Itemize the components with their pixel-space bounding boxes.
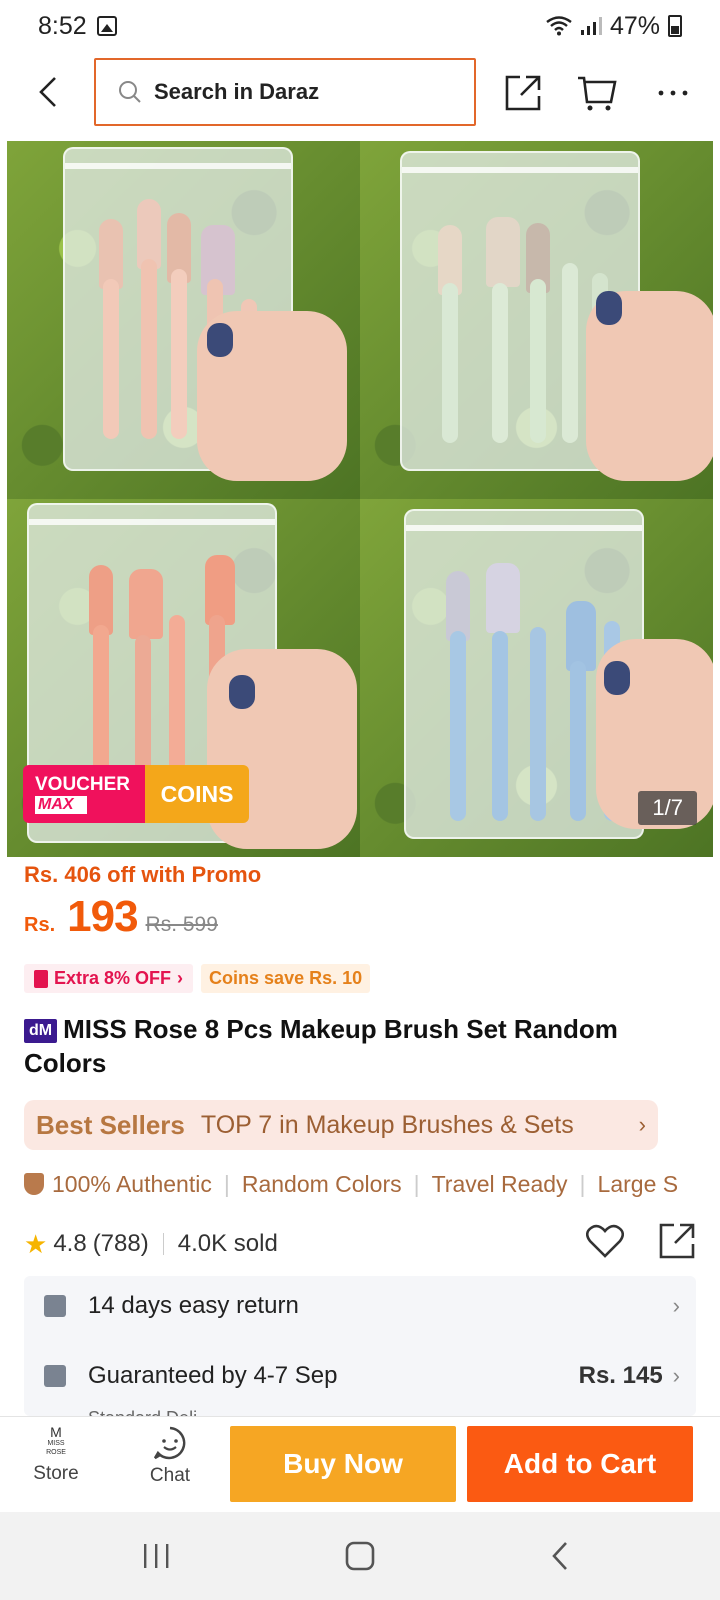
search-input[interactable]: Search in Daraz <box>94 58 476 126</box>
original-price: Rs. 599 <box>145 913 218 936</box>
rating-row: ★ 4.8 (788) 4.0K sold <box>24 1222 696 1266</box>
home-icon <box>345 1541 375 1571</box>
back-arrow-icon <box>552 1542 567 1570</box>
dm-badge: dM <box>24 1019 58 1043</box>
back-button[interactable] <box>28 72 68 112</box>
delivery-fee: Rs. 145 <box>578 1362 663 1389</box>
delivery-row[interactable]: Guaranteed by 4-7 Sep Rs. 145 › <box>44 1362 680 1390</box>
return-policy-text: 14 days easy return <box>88 1292 299 1319</box>
coins-badge: COINS <box>145 765 249 823</box>
delivery-guarantee-text: Guaranteed by 4-7 Sep <box>88 1362 338 1389</box>
wishlist-button[interactable] <box>585 1224 625 1265</box>
cart-icon <box>578 76 617 111</box>
service-info-box: 14 days easy return › Guaranteed by 4-7 … <box>24 1276 696 1428</box>
battery-percent: 47% <box>609 11 660 40</box>
store-label: Store <box>33 1463 79 1484</box>
feature-item: Random Colors <box>241 1170 402 1197</box>
price-currency: Rs. <box>24 914 56 936</box>
review-count[interactable]: (788) <box>93 1230 149 1258</box>
recent-apps-icon <box>144 1544 169 1568</box>
chat-icon <box>153 1426 186 1460</box>
signal-icon <box>580 17 602 35</box>
best-sellers-banner[interactable]: Best Sellers TOP 7 in Makeup Brushes & S… <box>24 1100 658 1150</box>
price-row: Rs. 193 Rs. 599 <box>24 892 218 942</box>
authentic-shield-icon <box>24 1173 44 1195</box>
search-placeholder: Search in Daraz <box>154 79 320 104</box>
feature-item: Travel Ready <box>431 1170 568 1197</box>
voucher-coins-badge: VOUCHER MAX COINS <box>23 765 249 823</box>
promo-tags: Extra 8% OFF › Coins save Rs. 10 <box>24 964 371 993</box>
image-quadrant-pink <box>7 141 360 499</box>
voucher-ticket-icon <box>34 969 48 988</box>
share-icon <box>659 1223 695 1258</box>
chevron-right-icon: › <box>638 1112 646 1137</box>
recent-apps-button[interactable] <box>134 1534 178 1578</box>
best-sellers-rank: TOP 7 in Makeup Brushes & Sets <box>200 1110 574 1139</box>
feature-separator: | <box>413 1170 420 1197</box>
sold-count: 4.0K sold <box>177 1230 278 1257</box>
gallery-notification-icon <box>96 16 117 36</box>
top-nav: Search in Daraz <box>0 58 720 128</box>
system-navigation-bar <box>0 1512 720 1600</box>
more-dots-icon <box>658 90 688 96</box>
buy-now-button[interactable]: Buy Now <box>230 1426 456 1502</box>
status-right: 47% <box>546 12 682 41</box>
add-to-cart-button[interactable]: Add to Cart <box>467 1426 693 1502</box>
more-options-button[interactable] <box>650 70 696 116</box>
product-title-text: MISS Rose 8 Pcs Makeup Brush Set Random … <box>24 1014 618 1078</box>
extra-off-label: Extra 8% OFF <box>54 968 172 988</box>
chevron-right-icon: › <box>177 968 184 988</box>
bottom-action-bar: M MISS ROSE Store Chat Buy Now Add to Ca… <box>0 1416 720 1512</box>
feature-item: 100% Authentic <box>52 1170 212 1197</box>
chevron-left-icon <box>39 77 56 107</box>
store-button[interactable]: M MISS ROSE Store <box>16 1425 96 1485</box>
rating-score[interactable]: 4.8 <box>53 1230 86 1258</box>
cart-button[interactable] <box>574 70 620 116</box>
return-policy-row[interactable]: 14 days easy return › <box>44 1292 680 1320</box>
rating-separator <box>162 1233 164 1255</box>
feature-item: Large S <box>597 1170 679 1197</box>
search-icon <box>119 81 141 103</box>
voucher-label: VOUCHER <box>35 773 131 795</box>
promo-discount-text: Rs. 406 off with Promo <box>24 862 262 887</box>
product-title: dM MISS Rose 8 Pcs Makeup Brush Set Rando… <box>24 1012 704 1080</box>
best-sellers-label: Best Sellers <box>36 1109 185 1140</box>
voucher-max-label: MAX <box>35 795 87 814</box>
product-image-gallery[interactable]: VOUCHER MAX COINS 1/7 <box>7 141 713 857</box>
share-product-button[interactable] <box>658 1222 696 1267</box>
chat-button[interactable]: Chat <box>130 1425 210 1487</box>
system-back-button[interactable] <box>538 1534 582 1578</box>
feature-highlights: 100% Authentic | Random Colors | Travel … <box>24 1166 720 1202</box>
chat-label: Chat <box>149 1465 191 1486</box>
coins-save-tag: Coins save Rs. 10 <box>201 964 371 993</box>
star-icon: ★ <box>24 1228 48 1259</box>
wifi-icon <box>546 16 572 36</box>
image-quadrant-mint <box>360 141 713 499</box>
feature-separator: | <box>579 1170 586 1197</box>
status-bar: 8:52 47% <box>0 0 720 52</box>
return-shield-icon <box>44 1295 66 1317</box>
battery-icon <box>668 15 682 37</box>
extra-off-tag[interactable]: Extra 8% OFF › <box>24 964 194 993</box>
voucher-max-badge: VOUCHER MAX <box>23 765 145 823</box>
status-time: 8:52 <box>38 11 87 40</box>
feature-separator: | <box>223 1170 230 1197</box>
share-icon <box>505 75 541 111</box>
home-button[interactable] <box>338 1534 382 1578</box>
current-price: 193 <box>67 892 138 941</box>
share-button[interactable] <box>500 70 546 116</box>
delivery-gift-icon <box>44 1365 66 1387</box>
store-logo: M MISS ROSE <box>46 1424 66 1456</box>
image-counter: 1/7 <box>638 791 697 825</box>
chevron-right-icon: › <box>672 1363 680 1388</box>
heart-icon <box>585 1224 625 1258</box>
chevron-right-icon: › <box>672 1293 680 1318</box>
